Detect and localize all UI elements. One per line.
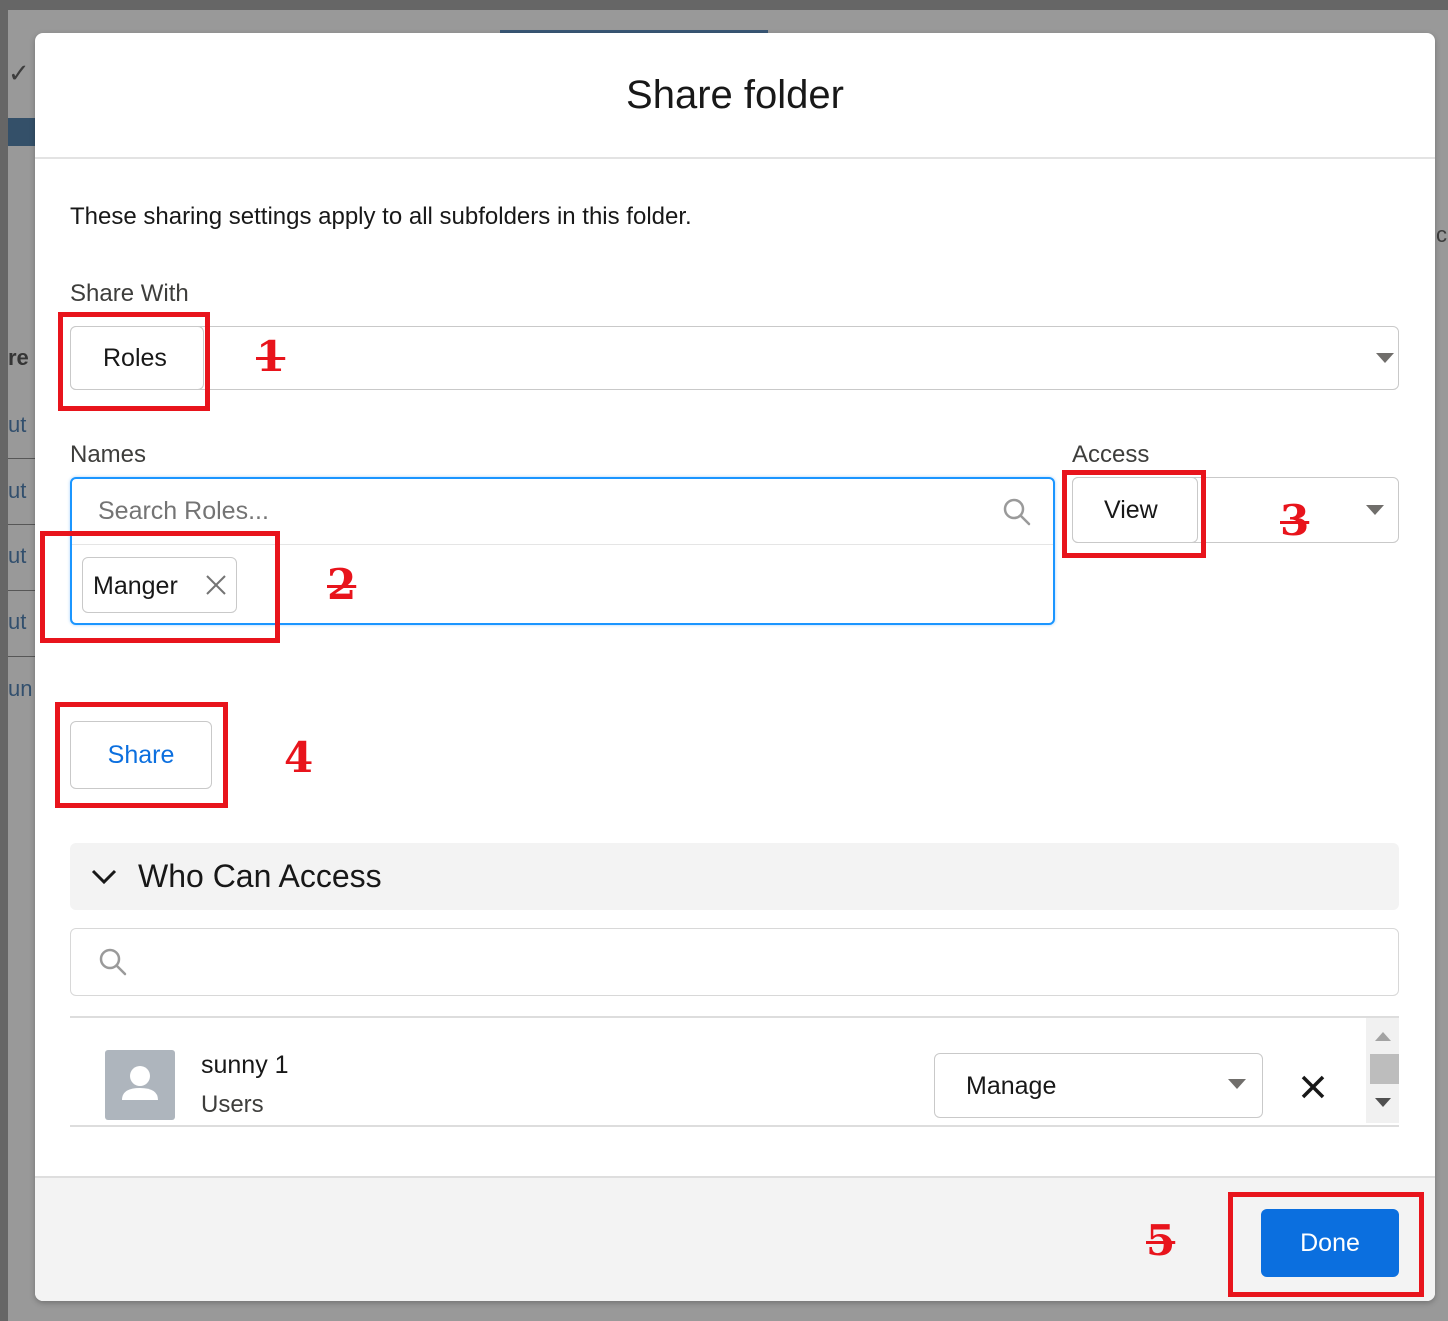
- annotation-box-5: [1228, 1192, 1424, 1297]
- annotation-number-1: 1: [256, 332, 286, 381]
- search-icon: [1003, 498, 1031, 526]
- annotation-number-3: 3: [1280, 496, 1310, 545]
- who-can-access-section-header[interactable]: Who Can Access: [70, 843, 1399, 910]
- access-row-type: Users: [201, 1091, 264, 1118]
- remove-icon[interactable]: [1298, 1072, 1328, 1102]
- who-can-access-search: [70, 928, 1399, 996]
- share-folder-modal: Share folder These sharing settings appl…: [35, 33, 1435, 1301]
- annotation-box-3: [1062, 470, 1206, 558]
- annotation-box-1: [58, 312, 210, 411]
- search-icon: [99, 948, 127, 976]
- scroll-up-icon[interactable]: [1375, 1032, 1391, 1041]
- who-can-access-search-input[interactable]: [131, 929, 1385, 995]
- access-list: sunny 1 Users Manage: [70, 1016, 1399, 1127]
- annotation-number-2: 2: [327, 560, 357, 609]
- list-scrollbar[interactable]: [1366, 1018, 1399, 1123]
- chevron-down-icon: [1228, 1079, 1246, 1089]
- user-icon: [122, 1066, 158, 1100]
- chevron-down-icon: [1376, 353, 1394, 363]
- who-can-access-title: Who Can Access: [138, 858, 382, 894]
- modal-title: Share folder: [626, 72, 844, 117]
- annotation-number-5: 5: [1146, 1216, 1176, 1265]
- avatar: [105, 1050, 175, 1120]
- access-row-name: sunny 1: [201, 1051, 289, 1079]
- annotation-box-2: [40, 531, 280, 643]
- modal-footer: Done: [35, 1176, 1435, 1301]
- chevron-down-icon: [1366, 505, 1384, 515]
- intro-text: These sharing settings apply to all subf…: [70, 203, 692, 230]
- annotation-box-4: [55, 702, 228, 808]
- access-label: Access: [1072, 441, 1150, 468]
- chevron-down-icon: [91, 869, 117, 885]
- access-row-level-value: Manage: [966, 1072, 1057, 1100]
- scroll-down-icon[interactable]: [1375, 1098, 1391, 1107]
- scroll-thumb[interactable]: [1370, 1054, 1399, 1084]
- share-with-label: Share With: [70, 280, 189, 307]
- access-row-level-select[interactable]: Manage: [934, 1053, 1263, 1118]
- annotation-number-4: 4: [284, 733, 314, 782]
- names-label: Names: [70, 441, 147, 468]
- modal-header: Share folder: [35, 33, 1435, 159]
